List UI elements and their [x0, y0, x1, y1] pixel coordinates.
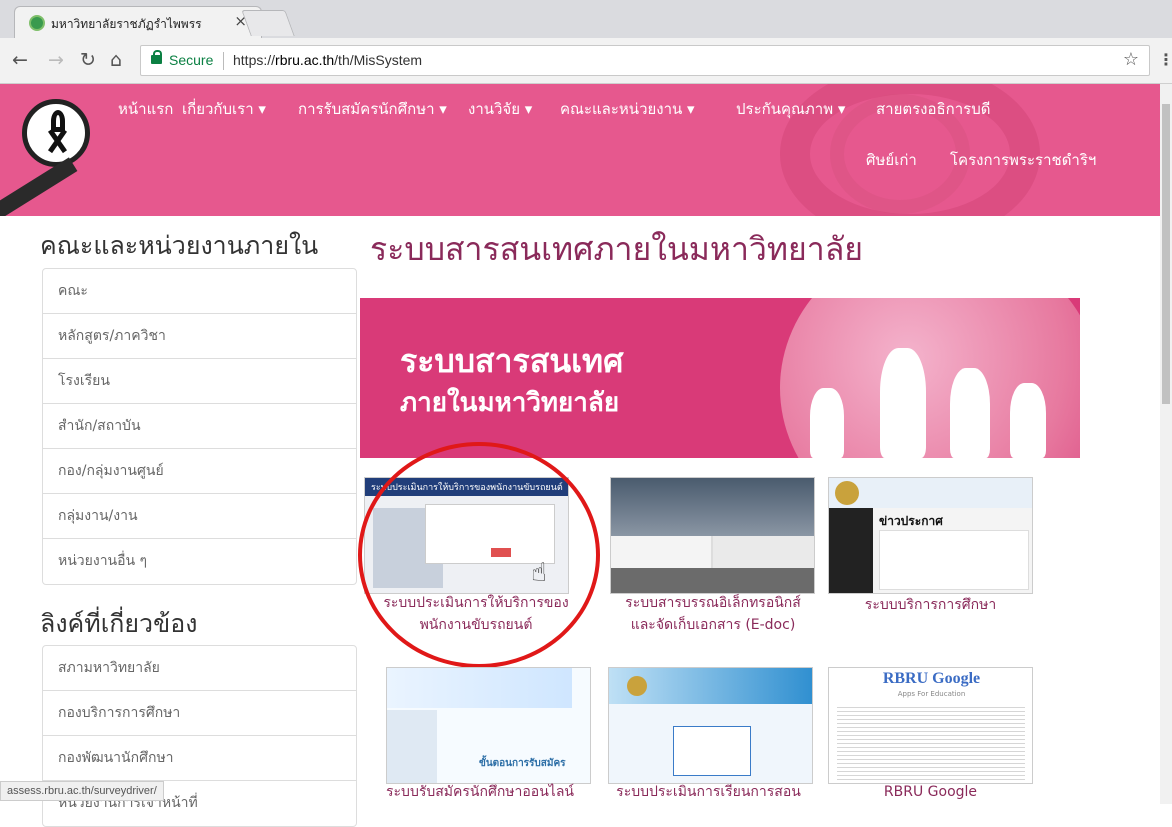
highlight-circle — [358, 442, 600, 668]
card-academic-service-caption[interactable]: ระบบบริการการศึกษา — [828, 594, 1033, 616]
thumb-google-subtitle: Apps For Education — [897, 690, 966, 698]
back-arrow-icon[interactable]: ← — [12, 49, 28, 71]
card-rbru-google-caption[interactable]: RBRU Google — [828, 781, 1033, 803]
thumb-news-list — [879, 530, 1029, 590]
thumb-news-heading: ข่าวประกาศ — [879, 514, 943, 528]
banner-title: ระบบสารสนเทศ — [400, 342, 624, 380]
person-silhouette — [880, 348, 926, 458]
caption-line: และจัดเก็บเอกสาร (E-doc) — [630, 617, 796, 633]
ribbon-tails-icon — [45, 128, 71, 154]
status-url-bar: assess.rbru.ac.th/surveydriver/ — [0, 781, 164, 801]
nav-quality[interactable]: ประกันคุณภาพ ▾ — [736, 97, 845, 121]
person-silhouette — [1010, 383, 1046, 458]
mis-banner: ระบบสารสนเทศ ภายในมหาวิทยาลัย — [360, 298, 1080, 458]
url-host: rbru.ac.th — [275, 52, 335, 68]
browser-toolbar: ← → ↻ ⌂ Secure https://rbru.ac.th/th/Mis… — [0, 38, 1172, 84]
card-edoc-thumbnail[interactable] — [610, 477, 815, 594]
site-header: หน้าแรก เกี่ยวกับเรา ▾ การรับสมัครนักศึก… — [0, 84, 1160, 216]
caption-line: ระบบสารบรรณอิเล็กทรอนิกส์ — [625, 595, 801, 611]
card-admission-caption[interactable]: ระบบรับสมัครนักศึกษาออนไลน์ — [380, 781, 580, 803]
sidebar-heading-links: ลิงค์ที่เกี่ยวข้อง — [40, 609, 198, 638]
nav-royal-projects[interactable]: โครงการพระราชดำริฯ — [950, 148, 1096, 172]
nav-faculties[interactable]: คณะและหน่วยงาน ▾ — [560, 97, 695, 121]
sidebar-item-other[interactable]: หน่วยงานอื่น ๆ — [43, 539, 356, 584]
thumb-photo-strip — [611, 568, 814, 593]
tab-title: มหาวิทยาลัยราชภัฏรำไพพรร — [51, 17, 202, 31]
university-seal-icon — [835, 481, 859, 505]
person-silhouette — [950, 368, 990, 458]
forward-arrow-icon[interactable]: → — [48, 49, 64, 71]
thumb-hero-image — [611, 478, 814, 536]
card-edoc-caption[interactable]: ระบบสารบรรณอิเล็กทรอนิกส์ และจัดเก็บเอกส… — [604, 592, 822, 636]
sidebar-heading-units: คณะและหน่วยงานภายใน — [40, 231, 319, 260]
lock-icon — [151, 50, 162, 64]
nav-admission[interactable]: การรับสมัครนักศึกษา ▾ — [298, 97, 447, 121]
thumb-header — [829, 478, 1032, 508]
sidebar-item-division[interactable]: กอง/กลุ่มงานศูนย์ — [43, 449, 356, 494]
sidebar-item-student-dev[interactable]: กองพัฒนานักศึกษา — [43, 736, 356, 781]
site-favicon-icon — [29, 15, 45, 31]
nav-president[interactable]: สายตรงอธิการบดี — [876, 97, 990, 121]
thumb-left-menu — [829, 508, 873, 593]
divider — [223, 52, 224, 70]
url-text: https://rbru.ac.th/th/MisSystem — [233, 52, 422, 68]
url-prefix: https:// — [233, 52, 276, 68]
nav-research[interactable]: งานวิจัย ▾ — [468, 97, 532, 121]
url-path: /th/MisSystem — [334, 52, 423, 68]
home-icon[interactable]: ⌂ — [110, 49, 122, 71]
nav-home[interactable]: หน้าแรก — [118, 97, 173, 121]
sidebar-item-workgroup[interactable]: กลุ่มงาน/งาน — [43, 494, 356, 539]
units-list: คณะ หลักสูตร/ภาควิชา โรงเรียน สำนัก/สถาบ… — [42, 268, 357, 585]
thumb-text-block — [837, 704, 1025, 780]
thumb-side-menu — [387, 710, 437, 783]
card-teaching-evaluation-thumbnail[interactable] — [608, 667, 813, 784]
card-admission-thumbnail[interactable]: ขั้นตอนการรับสมัคร — [386, 667, 591, 784]
browser-tab-bar: มหาวิทยาลัยราชภัฏรำไพพรร × — [0, 0, 1172, 38]
card-teaching-evaluation-caption[interactable]: ระบบประเมินการเรียนการสอน — [606, 781, 811, 803]
card-rbru-google-thumbnail[interactable]: RBRU Google Apps For Education — [828, 667, 1033, 784]
sidebar-item-academic-service[interactable]: กองบริการการศึกษา — [43, 691, 356, 736]
sidebar-item-school[interactable]: โรงเรียน — [43, 359, 356, 404]
page-scrollbar[interactable] — [1160, 84, 1172, 804]
nav-about[interactable]: เกี่ยวกับเรา ▾ — [182, 97, 266, 121]
sidebar-item-office[interactable]: สำนัก/สถาบัน — [43, 404, 356, 449]
mourning-ribbon-logo[interactable] — [22, 99, 90, 167]
university-seal-icon — [627, 676, 647, 696]
secure-label: Secure — [169, 52, 214, 68]
banner-subtitle: ภายในมหาวิทยาลัย — [400, 388, 620, 418]
sidebar-item-council[interactable]: สภามหาวิทยาลัย — [43, 646, 356, 691]
mourning-band — [0, 157, 78, 216]
browser-tab[interactable]: มหาวิทยาลัยราชภัฏรำไพพรร × — [14, 6, 262, 38]
thumb-login-box — [673, 726, 751, 776]
page-title: ระบบสารสนเทศภายในมหาวิทยาลัย — [370, 230, 864, 268]
address-bar[interactable]: Secure https://rbru.ac.th/th/MisSystem ☆ — [140, 45, 1150, 76]
new-tab-button[interactable] — [241, 10, 295, 36]
person-silhouette — [810, 388, 844, 458]
sidebar-item-faculty[interactable]: คณะ — [43, 269, 356, 314]
thumb-banner — [387, 668, 572, 708]
browser-menu-icon[interactable]: ⋮ — [1158, 50, 1172, 69]
card-academic-service-thumbnail[interactable]: ข่าวประกาศ — [828, 477, 1033, 594]
scrollbar-thumb[interactable] — [1162, 104, 1170, 404]
thumb-steps-text: ขั้นตอนการรับสมัคร — [479, 758, 566, 769]
bookmark-star-icon[interactable]: ☆ — [1123, 49, 1139, 70]
nav-alumni[interactable]: ศิษย์เก่า — [866, 148, 917, 172]
reload-icon[interactable]: ↻ — [80, 49, 96, 71]
sidebar-item-curriculum[interactable]: หลักสูตร/ภาควิชา — [43, 314, 356, 359]
thumb-google-logo-text: RBRU Google — [882, 670, 981, 687]
